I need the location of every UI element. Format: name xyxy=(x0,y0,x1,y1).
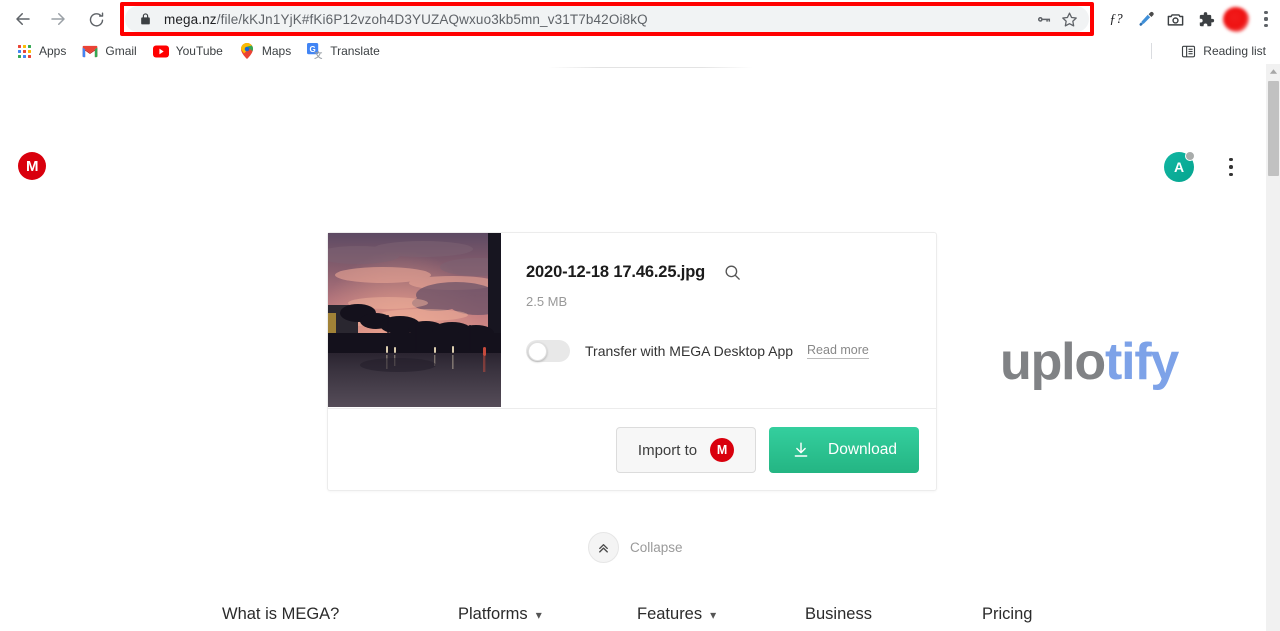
address-bar-highlight: mega.nz/file/kKJn1YjK#fKi6P12vzoh4D3YUZA… xyxy=(119,2,1094,36)
scroll-up-arrow-icon[interactable] xyxy=(1266,64,1280,79)
reload-button[interactable] xyxy=(81,4,111,34)
download-button[interactable]: Download xyxy=(769,427,919,473)
svg-text:ƒ?: ƒ? xyxy=(1109,11,1123,26)
bookmark-label: Maps xyxy=(261,44,292,58)
reading-list-label: Reading list xyxy=(1203,44,1266,58)
nav-label: Platforms xyxy=(458,605,528,623)
page-menu-button[interactable] xyxy=(1222,154,1240,180)
mega-logo[interactable]: M xyxy=(18,152,46,180)
youtube-icon xyxy=(152,43,169,59)
chrome-menu-icon[interactable] xyxy=(1252,5,1280,33)
site-bottom-nav: What is MEGA? Platforms ▾ Features ▾ Bus… xyxy=(0,587,1265,631)
chevron-down-icon: ▾ xyxy=(710,607,717,622)
mega-mini-letter: M xyxy=(716,443,728,457)
file-card-top: 2020-12-18 17.46.25.jpg 2.5 MB Transfer … xyxy=(328,233,936,408)
browser-chrome: mega.nz/file/kKJn1YjK#fKi6P12vzoh4D3YUZA… xyxy=(0,0,1280,64)
reading-list-button[interactable]: Reading list xyxy=(1174,40,1272,62)
apps-grid-icon xyxy=(16,43,32,59)
star-icon[interactable] xyxy=(1057,6,1083,32)
nav-item-business[interactable]: Business xyxy=(805,605,872,624)
uplotify-watermark: uplotify xyxy=(1000,333,1179,391)
profile-avatar-icon[interactable] xyxy=(1222,5,1250,33)
svg-text:文: 文 xyxy=(314,50,323,59)
address-bar[interactable]: mega.nz/file/kKJn1YjK#fKi6P12vzoh4D3YUZA… xyxy=(124,6,1089,32)
bookmark-gmail[interactable]: Gmail xyxy=(74,40,144,62)
url-text: mega.nz/file/kKJn1YjK#fKi6P12vzoh4D3YUZA… xyxy=(164,12,1031,27)
fonts-ninja-icon[interactable]: ƒ? xyxy=(1102,5,1130,33)
nav-label: Features xyxy=(637,605,703,623)
extensions-puzzle-icon[interactable] xyxy=(1192,5,1220,33)
file-info: 2020-12-18 17.46.25.jpg 2.5 MB Transfer … xyxy=(501,233,936,408)
page-top-divider xyxy=(548,67,753,68)
nav-item-features[interactable]: Features ▾ xyxy=(637,605,716,624)
bookmark-translate[interactable]: G文 Translate xyxy=(299,40,388,62)
reading-list-icon xyxy=(1180,43,1196,59)
nav-label: Pricing xyxy=(982,605,1033,623)
gmail-icon xyxy=(82,43,98,59)
download-arrow-icon xyxy=(791,441,810,460)
toggle-knob xyxy=(527,341,547,361)
mega-logo-letter: M xyxy=(26,157,39,175)
screenshot-camera-icon[interactable] xyxy=(1162,5,1190,33)
mega-logo-small-icon: M xyxy=(710,438,735,462)
extension-icons: ƒ? xyxy=(1102,5,1280,33)
url-host: mega.nz xyxy=(163,11,217,27)
sunset-photo-thumbnail[interactable] xyxy=(328,233,501,407)
bookmark-label: YouTube xyxy=(175,44,223,58)
import-to-mega-button[interactable]: Import to M xyxy=(616,427,756,473)
scrollbar-thumb[interactable] xyxy=(1268,81,1279,176)
lock-icon xyxy=(139,12,153,26)
nav-item-platforms[interactable]: Platforms ▾ xyxy=(458,605,542,624)
translate-icon: G文 xyxy=(307,43,323,59)
transfer-toggle-row: Transfer with MEGA Desktop App Read more xyxy=(526,340,869,362)
bookmark-label: Gmail xyxy=(105,44,137,58)
nav-item-what-is-mega[interactable]: What is MEGA? xyxy=(222,605,339,624)
avatar xyxy=(1222,6,1249,32)
read-more-link[interactable]: Read more xyxy=(807,343,869,359)
browser-toolbar: mega.nz/file/kKJn1YjK#fKi6P12vzoh4D3YUZA… xyxy=(0,0,1280,38)
transfer-desktop-app-toggle[interactable] xyxy=(526,340,570,362)
file-size: 2.5 MB xyxy=(526,294,568,309)
bookmark-youtube[interactable]: YouTube xyxy=(145,40,231,62)
nav-label: Business xyxy=(805,605,872,623)
file-title-row: 2020-12-18 17.46.25.jpg xyxy=(526,261,936,283)
magnifier-icon[interactable] xyxy=(721,261,743,283)
card-action-buttons: Import to M Download xyxy=(328,409,936,491)
forward-button[interactable] xyxy=(44,4,74,34)
page-scrollbar[interactable] xyxy=(1265,64,1280,631)
transfer-toggle-label: Transfer with MEGA Desktop App xyxy=(585,343,794,359)
file-name: 2020-12-18 17.46.25.jpg xyxy=(526,262,706,281)
bookmark-apps[interactable]: Apps xyxy=(8,40,74,62)
account-avatar-initial: A xyxy=(1173,159,1185,175)
eyedropper-icon[interactable] xyxy=(1132,5,1160,33)
double-chevron-up-icon xyxy=(588,532,619,563)
back-button[interactable] xyxy=(8,4,38,34)
collapse-control[interactable]: Collapse xyxy=(588,532,683,563)
watermark-part-2: tify xyxy=(1104,333,1179,391)
file-download-card: 2020-12-18 17.46.25.jpg 2.5 MB Transfer … xyxy=(327,232,937,491)
bookmarks-divider xyxy=(1151,43,1152,59)
bookmark-maps[interactable]: Maps xyxy=(231,40,299,62)
nav-label: What is MEGA? xyxy=(222,605,340,623)
import-label: Import to xyxy=(637,441,698,459)
nav-item-pricing[interactable]: Pricing xyxy=(982,605,1032,624)
chevron-down-icon: ▾ xyxy=(535,607,542,622)
download-label: Download xyxy=(828,441,897,458)
key-icon[interactable] xyxy=(1031,6,1057,32)
bookmark-label: Translate xyxy=(330,44,380,58)
page-content: M A uplotify 2020-12-18 17.46.25.jpg 2.5… xyxy=(0,64,1265,631)
avatar-status-badge xyxy=(1185,151,1195,161)
collapse-label: Collapse xyxy=(630,540,683,555)
bookmarks-bar: Apps Gmail YouTube Maps G文 Translate Rea… xyxy=(0,38,1280,64)
watermark-part-1: uplo xyxy=(1000,333,1106,391)
maps-pin-icon xyxy=(239,43,255,59)
url-path: /file/kKJn1YjK#fKi6P12vzoh4D3YUZAQwxuo3k… xyxy=(216,11,648,27)
bookmark-label: Apps xyxy=(39,44,67,58)
